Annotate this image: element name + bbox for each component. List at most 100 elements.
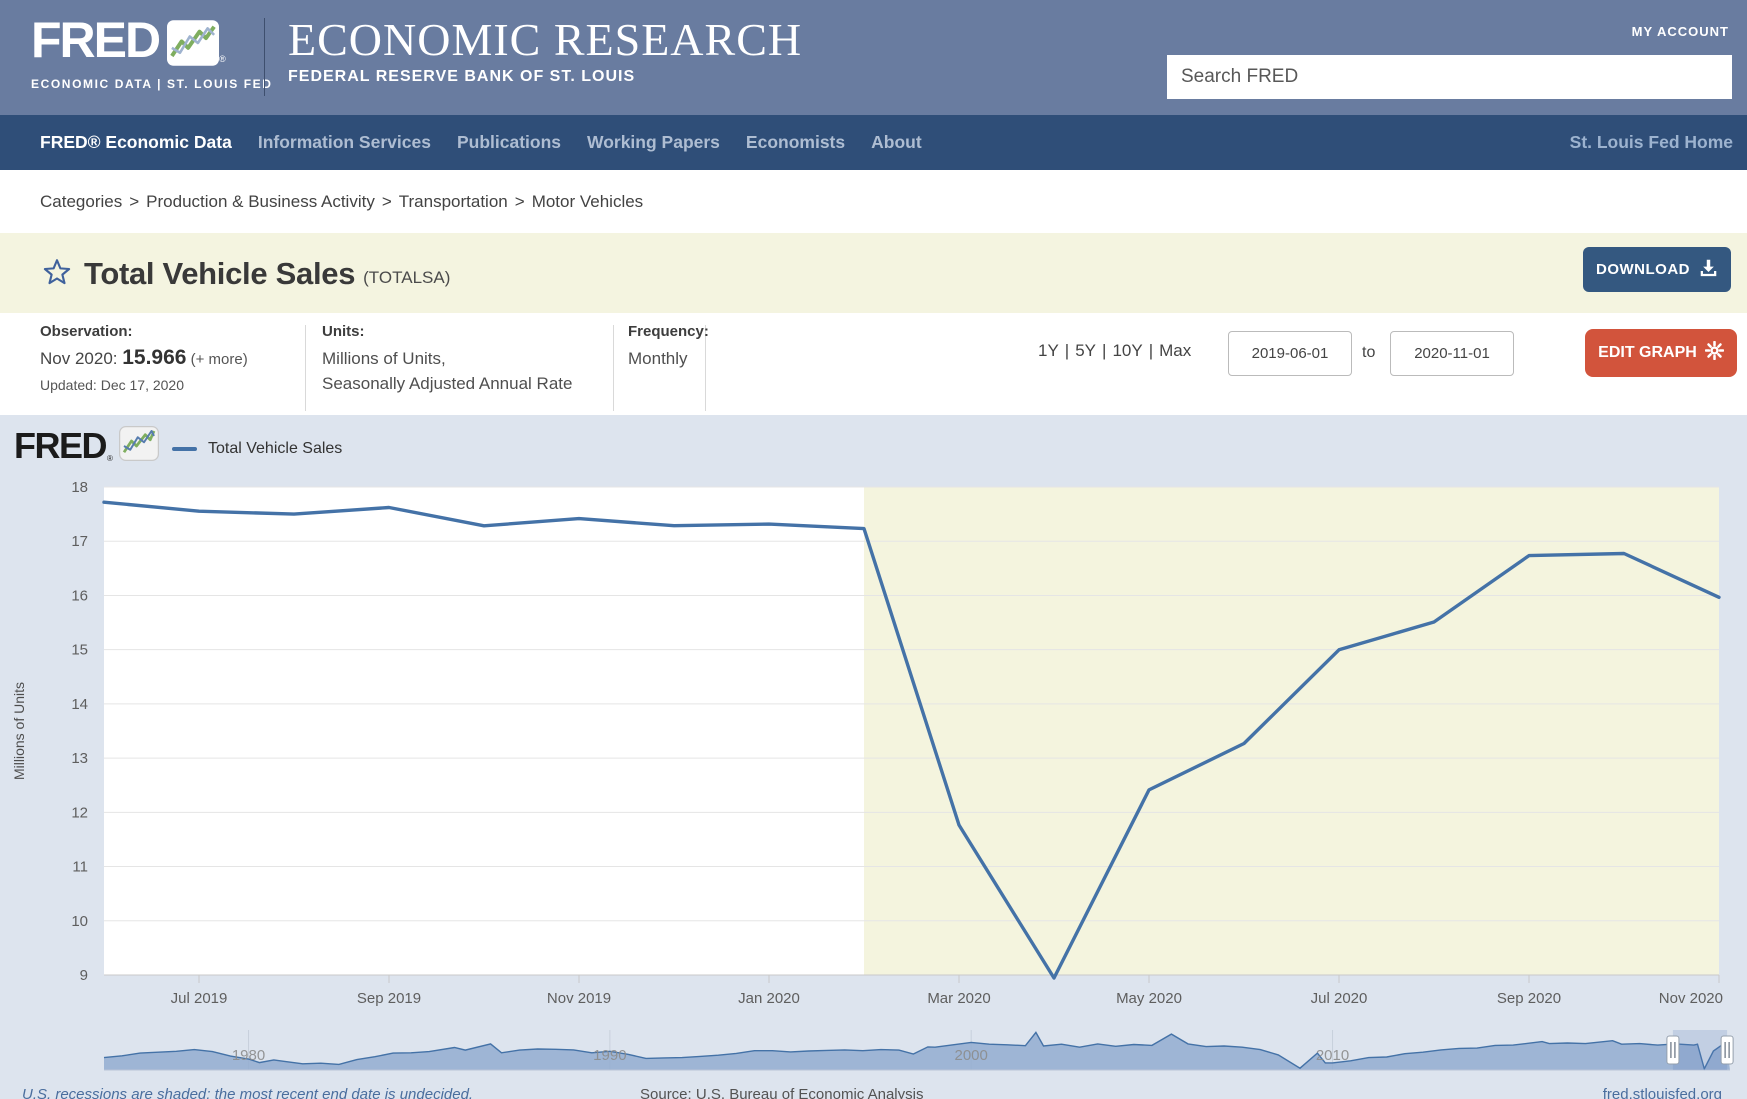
nav-item[interactable]: Working Papers: [587, 132, 720, 153]
nav-item[interactable]: Information Services: [258, 132, 431, 153]
navigator-decade-label: 1980: [232, 1047, 265, 1064]
y-axis-title: Millions of Units: [11, 666, 27, 796]
fred-logo[interactable]: FRED ® ECONOMIC DATA | ST. LOUIS FED: [31, 14, 273, 91]
recessions-note-link[interactable]: U.S. recessions are shaded; the most rec…: [22, 1086, 473, 1099]
nav-item[interactable]: About: [871, 132, 922, 153]
registered-mark: ®: [219, 54, 226, 64]
legend-line-swatch: [172, 447, 197, 451]
y-tick-label: 12: [71, 804, 88, 821]
breadcrumb: Categories > Production & Business Activit…: [40, 192, 643, 212]
y-tick-label: 14: [71, 696, 88, 713]
navigator-decade-label: 2000: [955, 1047, 988, 1064]
breadcrumb-link[interactable]: Categories: [40, 192, 122, 211]
frequency-value: Monthly: [628, 346, 709, 371]
nav-items: FRED® Economic Data Information Services P…: [40, 132, 922, 153]
gear-icon: [1705, 341, 1724, 365]
nav-item[interactable]: Publications: [457, 132, 561, 153]
x-tick-label: Jul 2020: [1311, 990, 1368, 1007]
observation-updated: Updated: Dec 17, 2020: [40, 377, 248, 393]
date-range-to-label: to: [1362, 344, 1375, 362]
download-button[interactable]: DOWNLOAD: [1583, 247, 1731, 292]
breadcrumb-link[interactable]: Production & Business Activity: [146, 192, 375, 211]
download-label: DOWNLOAD: [1596, 261, 1690, 278]
y-tick-label: 15: [71, 642, 88, 659]
y-tick-label: 17: [71, 533, 88, 550]
navigator-decade-label: 2010: [1316, 1047, 1349, 1064]
observation-more-link[interactable]: (+ more): [186, 351, 247, 368]
edit-graph-label: EDIT GRAPH: [1598, 344, 1697, 362]
chart-fred-logo-icon: [119, 426, 159, 466]
x-tick-label: May 2020: [1116, 990, 1182, 1007]
range-separator: |: [1102, 341, 1106, 360]
range-link-10y[interactable]: 10Y: [1112, 341, 1142, 360]
legend-label: Total Vehicle Sales: [208, 440, 342, 458]
nav-item[interactable]: Economists: [746, 132, 845, 153]
edit-graph-button[interactable]: EDIT GRAPH: [1585, 329, 1737, 377]
navigator-handle-right[interactable]: [1721, 1036, 1733, 1064]
y-tick-label: 13: [71, 750, 88, 767]
units-label: Units:: [322, 323, 572, 340]
y-tick-label: 9: [80, 967, 88, 984]
frequency-label: Frequency:: [628, 323, 709, 340]
x-tick-label: Nov 2020: [1659, 990, 1723, 1007]
navigator-selection[interactable]: [1673, 1030, 1727, 1070]
breadcrumb-link[interactable]: Motor Vehicles: [532, 192, 644, 211]
x-tick-label: Jul 2019: [171, 990, 228, 1007]
breadcrumb-link[interactable]: Transportation: [399, 192, 508, 211]
y-tick-label: 11: [72, 859, 88, 876]
range-link-max[interactable]: Max: [1159, 341, 1191, 360]
fred-site-link[interactable]: fred.stlouisfed.org: [1603, 1086, 1722, 1099]
nav-stlouisfed-home-link[interactable]: St. Louis Fed Home: [1570, 132, 1733, 153]
chart-legend: Total Vehicle Sales: [172, 440, 342, 458]
date-start-input[interactable]: [1228, 331, 1352, 376]
range-link-5y[interactable]: 5Y: [1075, 341, 1096, 360]
download-icon: [1699, 258, 1718, 281]
breadcrumb-separator: >: [382, 192, 392, 211]
fred-logo-text: FRED: [31, 14, 159, 66]
y-tick-label: 10: [71, 913, 88, 930]
units-line2: Seasonally Adjusted Annual Rate: [322, 371, 572, 396]
main-nav: FRED® Economic Data Information Services P…: [0, 115, 1747, 170]
main-chart[interactable]: 1817161514131211109Jul 2019Sep 2019Nov 2…: [0, 415, 1747, 1099]
x-tick-label: Sep 2019: [357, 990, 421, 1007]
series-info-row: Observation: Nov 2020: 15.966 (+ more) U…: [0, 313, 1747, 415]
x-tick-label: Jan 2020: [738, 990, 800, 1007]
header-divider: [264, 18, 265, 96]
series-id: (TOTALSA): [363, 268, 450, 288]
info-divider: [305, 325, 306, 411]
site-header: FRED ® ECONOMIC DATA | ST. LOUIS FED ECO…: [0, 0, 1747, 115]
economic-research-title: ECONOMIC RESEARCH: [288, 16, 802, 64]
breadcrumb-separator: >: [515, 192, 525, 211]
source-link[interactable]: Source: U.S. Bureau of Economic Analysis: [640, 1086, 923, 1099]
date-end-input[interactable]: [1390, 331, 1514, 376]
fred-logo-chart-icon: [167, 20, 219, 71]
my-account-link[interactable]: MY ACCOUNT: [1632, 24, 1729, 39]
nav-item[interactable]: FRED® Economic Data: [40, 132, 232, 153]
navigator-handle-left[interactable]: [1667, 1036, 1679, 1064]
chart-section: FRED ® Total Vehicle Sales Millions of U…: [0, 415, 1747, 1099]
recession-shading: [864, 487, 1719, 975]
series-title-band: Total Vehicle Sales (TOTALSA) DOWNLOAD: [0, 233, 1747, 313]
range-separator: |: [1065, 341, 1069, 360]
observation-value: 15.966: [122, 346, 186, 369]
units-section: Units: Millions of Units, Seasonally Adj…: [322, 323, 572, 396]
navigator-area: [104, 1032, 1730, 1070]
y-tick-label: 16: [71, 587, 88, 604]
economic-research-subtitle: FEDERAL RESERVE BANK OF ST. LOUIS: [288, 68, 802, 86]
chart-fred-logo-text: FRED: [14, 425, 106, 467]
x-tick-label: Nov 2019: [547, 990, 611, 1007]
zoom-range-links: 1Y | 5Y | 10Y | Max: [1038, 341, 1191, 361]
breadcrumb-separator: >: [129, 192, 139, 211]
series-title: Total Vehicle Sales: [84, 256, 355, 292]
observation-section: Observation: Nov 2020: 15.966 (+ more) U…: [40, 323, 248, 393]
fred-logo-tagline: ECONOMIC DATA | ST. LOUIS FED: [31, 77, 273, 91]
search-input[interactable]: [1167, 55, 1732, 99]
favorite-star-icon[interactable]: [42, 257, 72, 292]
range-link-1y[interactable]: 1Y: [1038, 341, 1059, 360]
chart-footer: U.S. recessions are shaded; the most rec…: [0, 1086, 1747, 1099]
range-separator: |: [1149, 341, 1153, 360]
navigator-decade-label: 1990: [593, 1047, 626, 1064]
frequency-section: Frequency: Monthly: [628, 323, 709, 371]
economic-research-block[interactable]: ECONOMIC RESEARCH FEDERAL RESERVE BANK O…: [288, 16, 802, 86]
x-tick-label: Sep 2020: [1497, 990, 1561, 1007]
